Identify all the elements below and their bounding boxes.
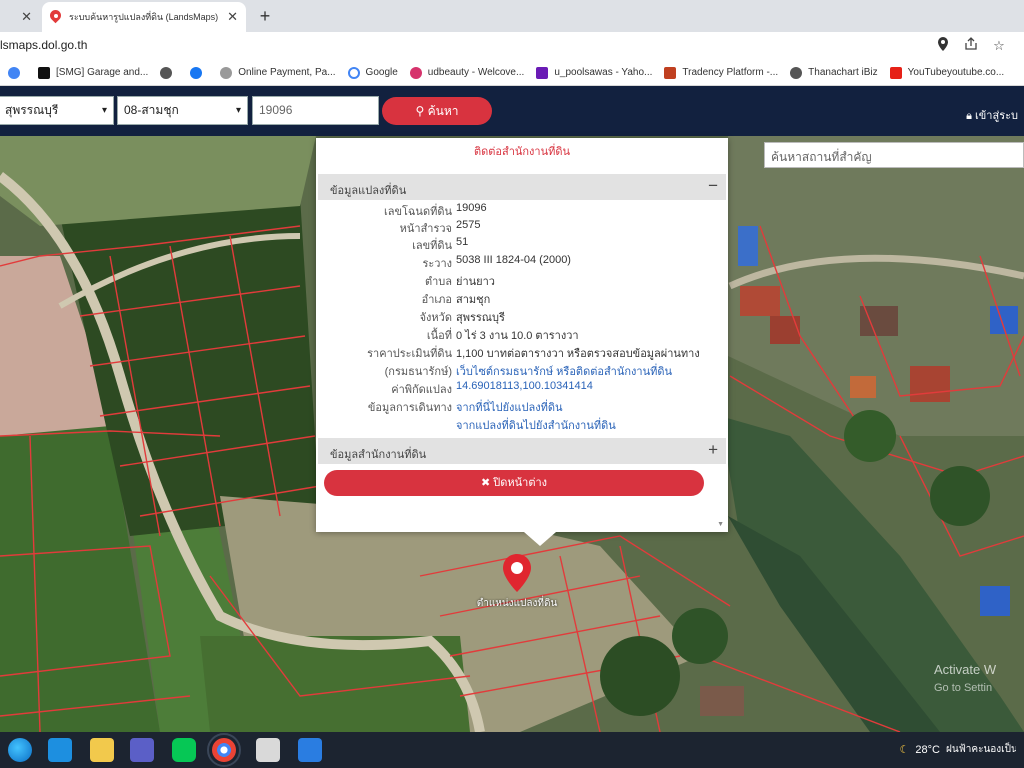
collapse-icon[interactable]: − [708,176,718,196]
login-link[interactable]: 🔒︎ เข้าสู่ระบ [966,106,1018,124]
parcel-row: (กรมธนารักษ์) เว็บไซต์กรมธนารักษ์ หรือติด… [316,362,712,379]
map-pin-icon[interactable] [502,554,532,592]
directions-to-office-link[interactable]: จากแปลงที่ดินไปยังสำนักงานที่ดิน [456,416,616,434]
bookmark-item[interactable]: Tradency Platform -... [664,66,778,79]
new-tab-button[interactable]: + [255,4,275,28]
parcel-row: จังหวัด สุพรรณบุรี [419,312,505,324]
location-icon[interactable] [934,37,952,55]
camera-app-icon[interactable] [298,738,322,762]
bookmark-item[interactable]: Online Payment, Pa... [220,66,336,79]
treasury-website-link[interactable]: เว็บไซต์กรมธนารักษ์ หรือติดต่อสำนักงานที… [456,362,672,380]
line-icon[interactable] [172,738,196,762]
windows-taskbar: ☾ 28°C ฝนฟ้าคะนองเป็นบางแห่ง [0,732,1024,768]
file-explorer-icon[interactable] [90,738,114,762]
bookmark-star-icon[interactable]: ☆ [990,37,1008,55]
edge-icon[interactable] [8,738,32,762]
contact-land-office-link[interactable]: ติดต่อสำนักงานที่ดิน [316,142,728,160]
site-search-bar: สุพรรณบุรี ▾ 08-สามชุก ▾ 19096 ⚲ ค้นหา 🔒︎ … [0,86,1024,136]
globe-favicon-icon [220,66,233,79]
parcel-number-input[interactable]: 19096 [252,96,379,125]
map-pin-favicon-icon [50,10,61,24]
parcel-row: ตำบล ย่านยาว [424,276,495,288]
parcel-row: เลขโฉนดที่ดิน 19096 [384,202,487,218]
parcel-row: จากแปลงที่ดินไปยังสำนักงานที่ดิน [316,416,712,433]
parcel-row: ระวาง 5038 III 1824-04 (2000) [422,254,571,270]
parcel-row: อำเภอ สามชุก [421,294,491,306]
close-window-button[interactable]: ✖ ปิดหน้าต่าง [324,470,704,496]
parcel-row: ราคาประเมินที่ดิน 1,100 บาทต่อตารางวา หรื… [367,348,700,360]
parcel-row: หน้าสำรวจ 2575 [399,219,481,235]
browser-tab-previous[interactable]: ✕ [0,2,40,32]
activate-windows-watermark: Activate W [934,662,997,677]
tradency-favicon-icon [664,66,677,79]
parcel-info-popup: ติดต่อสำนักงานที่ดิน ข้อมูลแปลงที่ดิน − … [316,138,728,546]
scroll-down-icon[interactable]: ▼ [717,521,724,528]
parcel-row: ค่าพิกัดแปลง 14.69018113,100.10341414 [391,380,593,396]
bookmark-item[interactable]: Google [347,66,398,79]
lock-icon: 🔒︎ [966,110,972,122]
browser-tab-landsmaps[interactable]: ระบบค้นหารูปแปลงที่ดิน (LandsMaps) ✕ [42,2,246,32]
bookmark-item[interactable] [190,66,208,79]
weather-widget[interactable]: ☾ 28°C ฝนฟ้าคะนองเป็นบางแห่ง [900,742,1016,757]
land-office-section-header[interactable]: ข้อมูลสำนักงานที่ดิน + [318,438,726,464]
teams-icon[interactable] [130,738,154,762]
coordinates-link[interactable]: 14.69018113,100.10341414 [456,380,593,392]
bookmark-item[interactable]: Thanachart iBiz [790,66,878,79]
favicon-icon [38,66,50,79]
directions-to-parcel-link[interactable]: จากที่นี่ไปยังแปลงที่ดิน [456,398,562,416]
apps-icon[interactable] [8,66,26,79]
google-favicon-icon [347,66,360,79]
udbeauty-favicon-icon [409,66,422,79]
district-select[interactable]: 08-สามชุก ▾ [117,96,248,125]
tab-title: ระบบค้นหารูปแปลงที่ดิน (LandsMaps) [69,12,219,22]
place-search-input[interactable]: ค้นหาสถานที่สำคัญ [764,142,1024,168]
moon-cloud-icon: ☾ [899,744,910,756]
close-tab-icon[interactable]: ✕ [21,9,32,25]
bookmark-item[interactable]: u_poolsawas - Yaho... [536,66,652,79]
chevron-down-icon: ▾ [101,105,107,116]
yahoo-favicon-icon [536,66,549,79]
expand-icon[interactable]: + [708,440,718,460]
bookmark-item[interactable]: udbeauty - Welcove... [409,66,524,79]
search-button[interactable]: ⚲ ค้นหา [382,97,492,125]
bookmark-item[interactable] [160,66,178,79]
browser-tab-strip: ✕ ระบบค้นหารูปแปลงที่ดิน (LandsMaps) ✕ + [0,0,1024,32]
facebook-favicon-icon [190,66,203,79]
chrome-icon[interactable] [207,733,241,767]
share-icon[interactable] [962,37,980,55]
globe-favicon-icon [790,66,803,79]
marker-label: ตำแหน่งแปลงที่ดิน [476,598,558,609]
bookmark-item[interactable]: YouTubeyoutube.co... [889,66,1004,79]
roblox-icon[interactable] [256,738,280,762]
globe-favicon-icon [160,66,173,79]
parcel-row: เลขที่ดิน 51 [412,236,469,252]
chevron-down-icon: ▾ [235,105,241,116]
address-bar: lsmaps.dol.go.th ☆ [0,32,1024,60]
parcel-info-section-header[interactable]: ข้อมูลแปลงที่ดิน − [318,174,726,200]
bookmark-item[interactable]: [SMG] Garage and... [38,66,148,79]
bookmarks-bar: [SMG] Garage and... Online Payment, Pa..… [0,60,1024,86]
url-field[interactable]: lsmaps.dol.go.th [0,38,87,52]
activate-windows-subtext: Go to Settin [934,682,993,694]
parcel-row: เนื้อที่ 0 ไร่ 3 งาน 10.0 ตารางวา [426,330,579,342]
store-icon[interactable] [48,738,72,762]
parcel-row: ข้อมูลการเดินทาง จากที่นี่ไปยังแปลงที่ดิน [316,398,712,415]
province-select[interactable]: สุพรรณบุรี ▾ [0,96,114,125]
search-icon: ⚲ [415,104,425,118]
youtube-favicon-icon [889,66,902,79]
close-tab-icon[interactable]: ✕ [227,9,238,25]
